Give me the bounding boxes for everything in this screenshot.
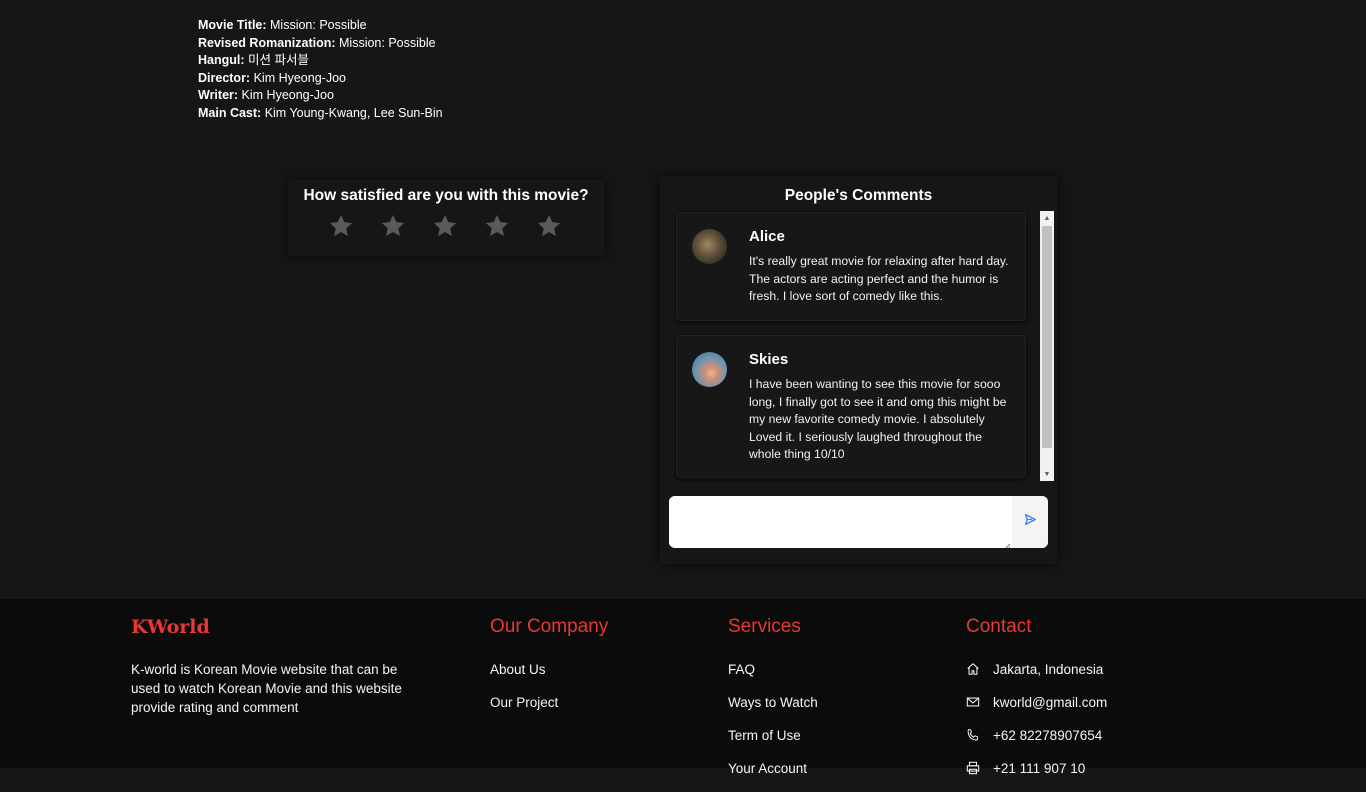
director-value: Kim Hyeong-Joo bbox=[253, 70, 346, 85]
rating-card: How satisfied are you with this movie? bbox=[288, 180, 604, 256]
services-heading: Services bbox=[728, 616, 801, 637]
send-icon bbox=[1024, 513, 1037, 531]
send-button[interactable] bbox=[1012, 496, 1048, 548]
avatar bbox=[692, 229, 727, 264]
footer-company-column: Our Company About Us Our Project bbox=[490, 616, 608, 726]
envelope-icon bbox=[966, 695, 980, 709]
contact-email-text[interactable]: kworld@gmail.com bbox=[993, 693, 1107, 712]
hangul-label: Hangul: bbox=[198, 53, 245, 67]
contact-address: Jakarta, Indonesia bbox=[966, 660, 1107, 693]
writer-value: Kim Hyeong-Joo bbox=[241, 88, 334, 102]
comment-author: Alice bbox=[749, 228, 785, 245]
footer-link-our-project[interactable]: Our Project bbox=[490, 693, 608, 726]
footer-link-faq[interactable]: FAQ bbox=[728, 660, 818, 693]
romanization-row: Revised Romanization: Mission: Possible bbox=[198, 35, 443, 53]
movie-title-row: Movie Title: Mission: Possible bbox=[198, 17, 443, 35]
comment-text: It's really great movie for relaxing aft… bbox=[749, 254, 1009, 303]
comments-panel: People's Comments Alice It's really grea… bbox=[660, 176, 1057, 564]
rating-question: How satisfied are you with this movie? bbox=[303, 187, 589, 204]
footer-link-about-us[interactable]: About Us bbox=[490, 660, 608, 693]
writer-row: Writer: Kim Hyeong-Joo bbox=[198, 87, 443, 105]
comments-scrollbar[interactable]: ▲ ▼ bbox=[1040, 211, 1054, 481]
contact-email[interactable]: kworld@gmail.com bbox=[966, 693, 1107, 726]
romanization-label: Revised Romanization: bbox=[198, 35, 336, 50]
footer-services-column: Services FAQ Ways to Watch Term of Use Y… bbox=[728, 616, 818, 792]
contact-phone[interactable]: +62 82278907654 bbox=[966, 726, 1107, 759]
hangul-value: 미션 파서블 bbox=[248, 53, 309, 67]
scroll-down-arrow-icon[interactable]: ▼ bbox=[1040, 467, 1054, 481]
movie-title-label: Movie Title: bbox=[198, 18, 267, 32]
home-icon bbox=[966, 662, 980, 676]
director-label: Director: bbox=[198, 70, 251, 85]
writer-label: Writer: bbox=[198, 88, 239, 102]
footer-brand-logo[interactable]: KWorld bbox=[131, 616, 210, 638]
phone-icon bbox=[966, 728, 980, 742]
star-1-icon[interactable] bbox=[328, 213, 354, 239]
star-rating bbox=[328, 213, 562, 239]
main-cast-label: Main Cast: bbox=[198, 105, 262, 120]
star-3-icon[interactable] bbox=[432, 213, 458, 239]
main-cast-row: Main Cast: Kim Young-Kwang, Lee Sun-Bin bbox=[198, 105, 443, 123]
comment-author: Skies bbox=[749, 351, 789, 368]
scroll-up-arrow-icon[interactable]: ▲ bbox=[1040, 211, 1054, 225]
comment-card: Alice It's really great movie for relaxi… bbox=[676, 212, 1026, 321]
movie-info: Movie Title: Mission: Possible Revised R… bbox=[198, 17, 443, 122]
contact-fax: +21 111 907 10 bbox=[966, 759, 1107, 792]
director-row: Director: Kim Hyeong-Joo bbox=[198, 70, 443, 88]
scrollbar-thumb[interactable] bbox=[1042, 226, 1052, 448]
comments-title: People's Comments bbox=[784, 187, 933, 204]
comment-card: Skies I have been wanting to see this mo… bbox=[676, 335, 1026, 478]
contact-fax-text: +21 111 907 10 bbox=[993, 761, 1086, 776]
romanization-value: Mission: Possible bbox=[339, 35, 436, 50]
footer-link-term-of-use[interactable]: Term of Use bbox=[728, 726, 818, 759]
footer-link-your-account[interactable]: Your Account bbox=[728, 759, 818, 792]
star-2-icon[interactable] bbox=[380, 213, 406, 239]
contact-heading: Contact bbox=[966, 616, 1032, 637]
resize-grip-icon[interactable] bbox=[1003, 538, 1011, 548]
hangul-row: Hangul: 미션 파서블 bbox=[198, 52, 443, 70]
footer-description: K-world is Korean Movie website that can… bbox=[131, 662, 402, 715]
comment-input-box bbox=[669, 496, 1048, 548]
star-5-icon[interactable] bbox=[536, 213, 562, 239]
avatar bbox=[692, 352, 727, 387]
comment-list[interactable]: Alice It's really great movie for relaxi… bbox=[674, 210, 1040, 482]
comment-text: I have been wanting to see this movie fo… bbox=[749, 377, 1007, 461]
star-4-icon[interactable] bbox=[484, 213, 510, 239]
site-footer: KWorld K-world is Korean Movie website t… bbox=[0, 599, 1366, 776]
comment-input[interactable] bbox=[669, 496, 1009, 546]
printer-icon bbox=[966, 761, 980, 775]
contact-address-text: Jakarta, Indonesia bbox=[993, 662, 1104, 677]
movie-title-value: Mission: Possible bbox=[270, 18, 367, 32]
main-cast-value: Kim Young-Kwang, Lee Sun-Bin bbox=[264, 105, 443, 120]
footer-contact-column: Contact Jakarta, Indonesia kworld@gmail.… bbox=[966, 616, 1107, 792]
company-heading: Our Company bbox=[490, 616, 609, 637]
contact-phone-text[interactable]: +62 82278907654 bbox=[993, 726, 1102, 745]
footer-link-ways-to-watch[interactable]: Ways to Watch bbox=[728, 693, 818, 726]
